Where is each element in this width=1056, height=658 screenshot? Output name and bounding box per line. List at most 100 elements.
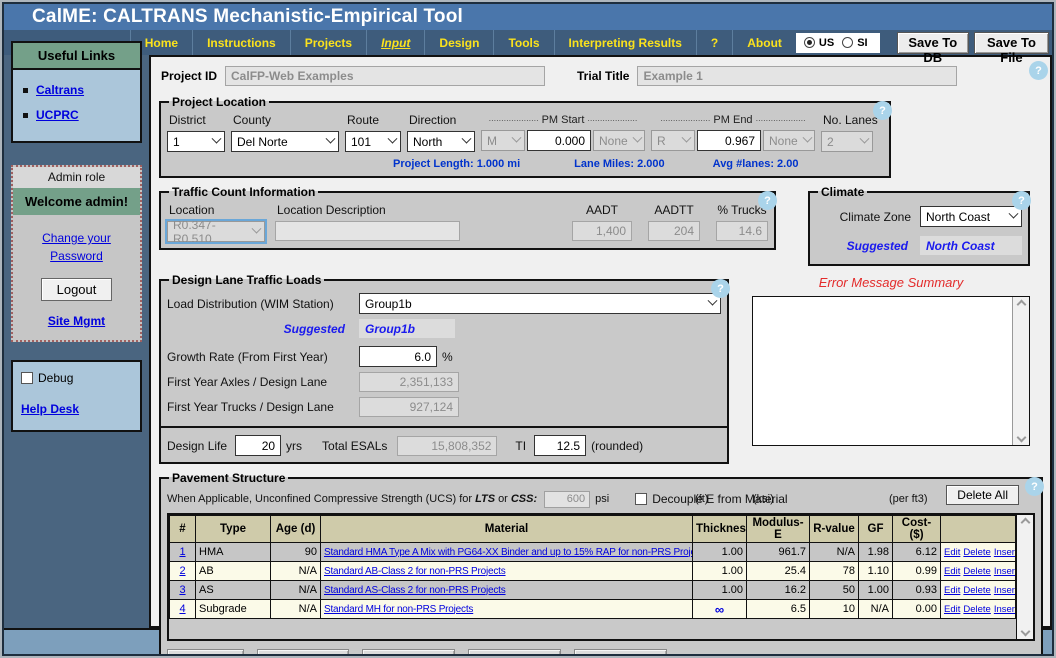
change-password-link[interactable]: Change your Password bbox=[42, 231, 111, 263]
help-icon[interactable]: ? bbox=[1029, 61, 1048, 80]
help-icon[interactable]: ? bbox=[1025, 477, 1044, 496]
layer-age-cell: N/A bbox=[271, 600, 321, 619]
edit-link[interactable]: Edit bbox=[944, 585, 960, 596]
nav-item-instructions[interactable]: Instructions bbox=[192, 30, 290, 55]
insert-link[interactable]: Insert bbox=[994, 547, 1016, 558]
design-life-input[interactable]: 20 bbox=[235, 435, 281, 456]
layer-number-link[interactable]: 1 bbox=[179, 546, 185, 558]
error-summary-box bbox=[752, 296, 1030, 446]
delete-link[interactable]: Delete bbox=[963, 566, 990, 577]
climate-legend: Climate bbox=[818, 185, 867, 199]
delete-link[interactable]: Delete bbox=[963, 547, 990, 558]
help-icon[interactable]: ? bbox=[873, 101, 892, 120]
pm-start-input[interactable]: 0.000 bbox=[527, 130, 591, 151]
direction-select[interactable]: North bbox=[407, 131, 475, 152]
design-life-label: Design Life bbox=[167, 439, 227, 453]
layer-gf-cell: 1.10 bbox=[859, 562, 893, 581]
add-4-layers-button[interactable]: Add 4 Layers bbox=[468, 649, 561, 656]
help-icon[interactable]: ? bbox=[1012, 191, 1031, 210]
edit-link[interactable]: Edit bbox=[944, 566, 960, 577]
vertical-scrollbar[interactable] bbox=[1012, 297, 1029, 445]
nav-item-design[interactable]: Design bbox=[424, 30, 493, 55]
add-layer-button[interactable]: Add Layer bbox=[167, 649, 244, 656]
route-label: Route bbox=[347, 113, 401, 127]
us-radio[interactable] bbox=[804, 37, 815, 48]
pm-end-input[interactable]: 0.967 bbox=[697, 130, 761, 151]
edit-link[interactable]: Edit bbox=[944, 604, 960, 615]
material-link[interactable]: Standard HMA Type A Mix with PG64-XX Bin… bbox=[324, 547, 693, 558]
ti-input[interactable]: 12.5 bbox=[534, 435, 586, 456]
add-3-layers-button[interactable]: Add 3 Layers bbox=[362, 649, 455, 656]
climate-suggested-value: North Coast bbox=[920, 236, 1022, 255]
lane-miles-info: Lane Miles: 2.000 bbox=[574, 158, 665, 170]
nav-item-about[interactable]: About bbox=[732, 30, 796, 55]
layer-cost-cell: 0.93 bbox=[893, 581, 941, 600]
edit-link[interactable]: Edit bbox=[944, 547, 960, 558]
add-5-layers-button[interactable]: Add 5 Layers bbox=[574, 649, 667, 656]
useful-link-ucprc[interactable]: UCPRC bbox=[36, 108, 79, 122]
scroll-up-icon[interactable] bbox=[1016, 300, 1026, 310]
project-id-label: Project ID bbox=[161, 69, 217, 83]
climate-zone-select[interactable]: North Coast bbox=[920, 206, 1022, 227]
table-row: 4 Subgrade N/A Standard MH for non-PRS P… bbox=[170, 600, 1016, 619]
district-field: District 1 bbox=[167, 111, 225, 152]
scroll-down-icon[interactable] bbox=[1016, 433, 1026, 443]
material-link[interactable]: Standard MH for non-PRS Projects bbox=[324, 604, 473, 615]
wim-select[interactable]: Group1b bbox=[359, 293, 721, 314]
delete-link[interactable]: Delete bbox=[963, 604, 990, 615]
save-to-db-button[interactable]: Save To DB bbox=[897, 32, 969, 54]
delete-all-button[interactable]: Delete All bbox=[946, 485, 1019, 505]
site-mgmt-link[interactable]: Site Mgmt bbox=[48, 314, 105, 328]
help-desk-link[interactable]: Help Desk bbox=[21, 402, 79, 416]
design-lane-loads-legend: Design Lane Traffic Loads bbox=[169, 273, 324, 287]
growth-rate-input[interactable]: 6.0 bbox=[359, 346, 437, 367]
help-icon[interactable]: ? bbox=[758, 191, 777, 210]
location-description-input bbox=[275, 221, 460, 241]
layer-number-link[interactable]: 4 bbox=[179, 603, 185, 615]
add-2-layers-button[interactable]: Add 2 Layers bbox=[257, 649, 350, 656]
nav-item-tools[interactable]: Tools bbox=[493, 30, 553, 55]
layer-number-link[interactable]: 3 bbox=[179, 584, 185, 596]
si-radio[interactable] bbox=[842, 37, 853, 48]
layer-number-link[interactable]: 2 bbox=[179, 565, 185, 577]
delete-link[interactable]: Delete bbox=[963, 585, 990, 596]
insert-link[interactable]: Insert bbox=[994, 566, 1016, 577]
district-select[interactable]: 1 bbox=[167, 131, 225, 152]
nav-right-group: US SI Save To DB Save To File bbox=[796, 30, 1052, 55]
layer-rvalue-cell: 78 bbox=[810, 562, 859, 581]
column-header: Modulus-E bbox=[747, 516, 810, 543]
save-to-file-button[interactable]: Save To File bbox=[974, 32, 1049, 54]
help-icon[interactable]: ? bbox=[711, 279, 730, 298]
nav-item-interpreting-results[interactable]: Interpreting Results bbox=[554, 30, 696, 55]
material-link[interactable]: Standard AS-Class 2 for non-PRS Projects bbox=[324, 585, 506, 596]
location-description-field: Location Description bbox=[275, 201, 460, 241]
nav-item-projects[interactable]: Projects bbox=[290, 30, 366, 55]
growth-rate-label: Growth Rate (From First Year) bbox=[167, 350, 359, 364]
vertical-scrollbar[interactable] bbox=[1016, 515, 1033, 639]
title-bar: CalME: CALTRANS Mechanistic-Empirical To… bbox=[4, 4, 1052, 30]
material-link[interactable]: Standard AB-Class 2 for non-PRS Projects bbox=[324, 566, 506, 577]
chevron-down-icon bbox=[388, 134, 398, 144]
total-esals-value: 15,808,352 bbox=[397, 436, 497, 456]
nav-item-input[interactable]: Input bbox=[366, 30, 424, 55]
debug-checkbox[interactable] bbox=[21, 372, 33, 384]
chevron-down-icon bbox=[252, 224, 262, 234]
decouple-checkbox[interactable] bbox=[635, 493, 647, 505]
pm-start-label: PM Start bbox=[542, 114, 585, 126]
traffic-location-select[interactable]: R0.347-R0.510 bbox=[167, 221, 265, 242]
county-select[interactable]: Del Norte bbox=[231, 131, 339, 152]
insert-link[interactable]: Insert bbox=[994, 585, 1016, 596]
layer-type-cell: HMA bbox=[196, 543, 271, 562]
scroll-down-icon[interactable] bbox=[1020, 627, 1030, 637]
logout-button[interactable]: Logout bbox=[41, 278, 113, 301]
nav-item-[interactable]: ? bbox=[696, 30, 732, 55]
route-select[interactable]: 101 bbox=[345, 131, 401, 152]
error-summary-content bbox=[753, 297, 1012, 445]
scroll-up-icon[interactable] bbox=[1020, 518, 1030, 528]
layer-actions-cell: EditDelete Insert bbox=[941, 581, 1016, 600]
insert-link[interactable]: Insert bbox=[994, 604, 1016, 615]
useful-link-caltrans[interactable]: Caltrans bbox=[36, 83, 84, 97]
first-year-axles-label: First Year Axles / Design Lane bbox=[167, 375, 359, 389]
table-header-row: #TypeAge (d)MaterialThicknessModulus-ER-… bbox=[170, 516, 1016, 543]
layer-actions-cell: EditDelete Insert bbox=[941, 562, 1016, 581]
